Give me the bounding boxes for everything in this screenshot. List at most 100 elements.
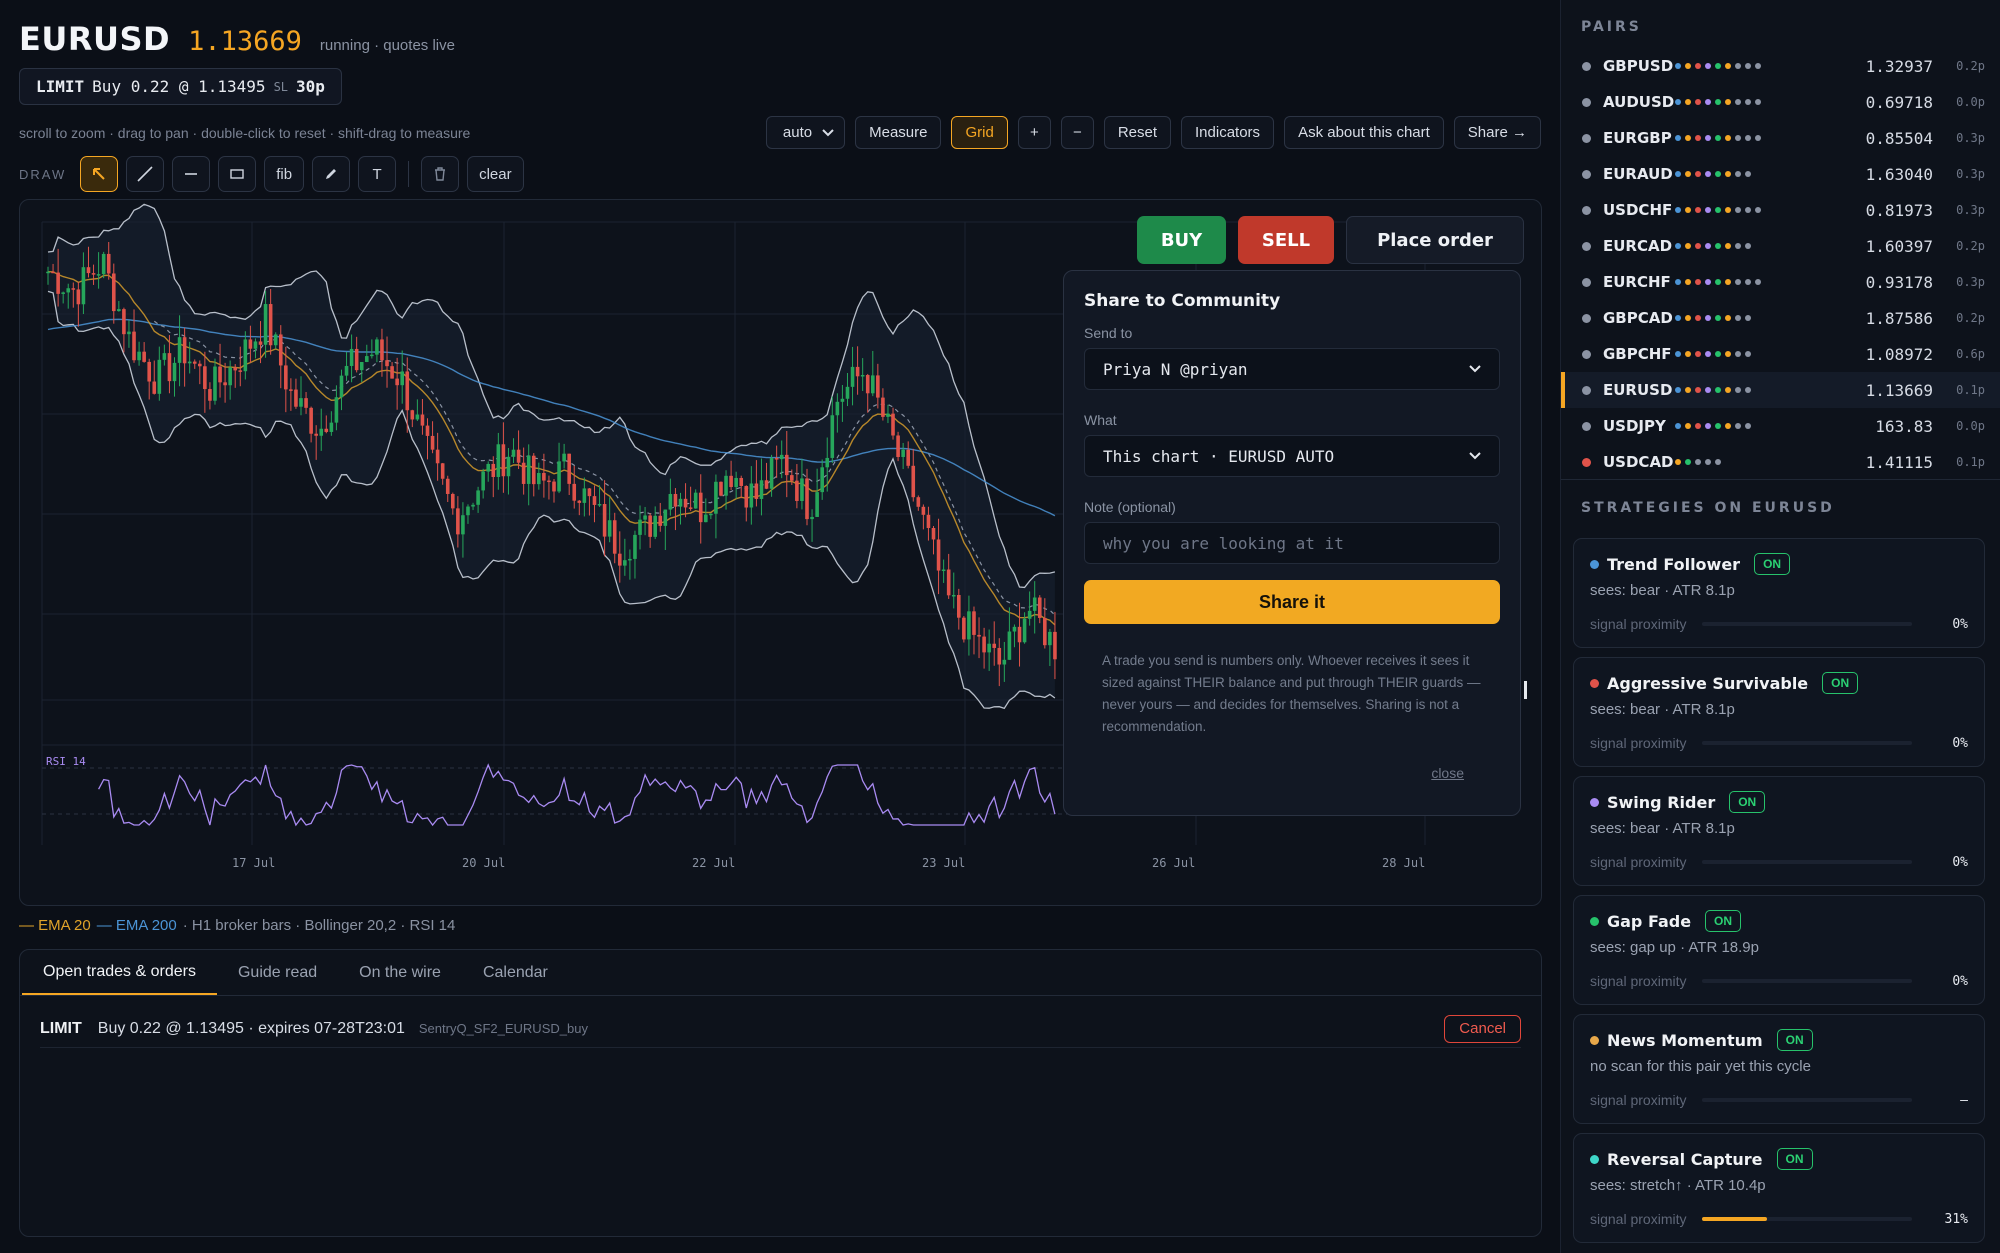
strategy-dot	[1735, 63, 1741, 69]
pair-name: GBPCHF	[1603, 345, 1672, 363]
strategy-dot	[1675, 387, 1681, 393]
sell-button[interactable]: SELL	[1238, 216, 1334, 264]
candle-body	[213, 366, 217, 401]
candle-body	[531, 455, 536, 485]
candle-body	[172, 362, 177, 382]
place-order-button[interactable]: Place order	[1346, 216, 1524, 264]
pair-spread: 0.1p	[1956, 455, 1985, 469]
pairs-title: PAIRS	[1581, 19, 1642, 35]
interval-select[interactable]: auto	[765, 116, 846, 149]
note-input[interactable]: why you are looking at it	[1084, 522, 1500, 564]
strategy-dot	[1705, 315, 1711, 321]
pair-row-gbpusd[interactable]: GBPUSD 1.32937 0.2p	[1561, 48, 2000, 84]
candle-body	[557, 461, 561, 492]
strategy-card[interactable]: Aggressive Survivable ON sees: bear · ATR …	[1573, 657, 1985, 767]
pending-order-pill[interactable]: LIMIT Buy 0.22 @ 1.13495 SL 30p	[19, 68, 342, 105]
strategy-card[interactable]: Swing Rider ON sees: bear · ATR 8.1p signal…	[1573, 776, 1985, 886]
candle-body	[552, 481, 556, 492]
pair-row-eurusd[interactable]: EURUSD 1.13669 0.1p	[1561, 372, 2000, 408]
zoom-out-button[interactable]: −	[1060, 116, 1094, 149]
candle-body	[56, 272, 60, 294]
pair-spread: 0.6p	[1956, 347, 1985, 361]
orders-tabs: Open trades & orders Guide read On the w…	[20, 950, 1541, 996]
strategy-dot	[1685, 243, 1691, 249]
cursor-tool[interactable]	[80, 156, 119, 192]
strategy-dot	[1755, 135, 1761, 141]
share-button[interactable]: Share →	[1453, 116, 1541, 149]
pair-row-usdchf[interactable]: USDCHF 0.81973 0.3p	[1561, 192, 2000, 228]
pair-row-eurchf[interactable]: EURCHF 0.93178 0.3p	[1561, 264, 2000, 300]
brush-tool[interactable]	[312, 156, 351, 192]
candle-body	[567, 453, 571, 484]
strategy-card[interactable]: News Momentum ON no scan for this pair yet…	[1573, 1014, 1985, 1124]
strategy-card[interactable]: Reversal Capture ON sees: stretch↑ · ATR 1…	[1573, 1133, 1985, 1243]
toolbar-divider	[408, 161, 410, 187]
cursor-arrow-icon	[93, 168, 105, 180]
pair-row-eurgbp[interactable]: EURGBP 0.85504 0.3p	[1561, 120, 2000, 156]
measure-button[interactable]: Measure	[855, 116, 942, 149]
strategy-dots	[1675, 351, 1751, 357]
delete-drawing-tool[interactable]	[421, 156, 460, 192]
rectangle-tool[interactable]	[218, 156, 257, 192]
pair-row-eurcad[interactable]: EURCAD 1.60397 0.2p	[1561, 228, 2000, 264]
candle-body	[638, 519, 642, 535]
strategy-state-badge[interactable]: ON	[1776, 1029, 1813, 1051]
indicators-button[interactable]: Indicators	[1181, 116, 1275, 149]
clear-drawings-button[interactable]: clear	[467, 156, 524, 192]
live-price: 1.13669	[188, 26, 302, 57]
strategy-state-badge[interactable]: ON	[1729, 791, 1766, 813]
rsi-line	[98, 763, 1056, 827]
candle-body	[850, 366, 855, 387]
strategy-dot	[1685, 387, 1691, 393]
pair-row-audusd[interactable]: AUDUSD 0.69718 0.0p	[1561, 84, 2000, 120]
grid-toggle[interactable]: Grid	[951, 116, 1008, 149]
strategy-card[interactable]: Trend Follower ON sees: bear · ATR 8.1p sig…	[1573, 538, 1985, 648]
rsi-label: RSI 14	[46, 755, 86, 768]
strategy-dot	[1705, 423, 1711, 429]
candle-body	[425, 425, 430, 436]
pair-row-euraud[interactable]: EURAUD 1.63040 0.3p	[1561, 156, 2000, 192]
pair-name: GBPUSD	[1603, 57, 1674, 75]
candle-body	[410, 410, 415, 420]
strategy-view: sees: gap up · ATR 18.9p	[1590, 939, 1759, 956]
reset-button[interactable]: Reset	[1103, 116, 1172, 149]
pair-row-usdcad[interactable]: USDCAD 1.41115 0.1p	[1561, 444, 2000, 480]
strategy-state-badge[interactable]: ON	[1754, 553, 1791, 575]
strategy-dot	[1695, 423, 1701, 429]
pair-row-gbpcad[interactable]: GBPCAD 1.87586 0.2p	[1561, 300, 2000, 336]
candle-body	[157, 359, 162, 394]
tab-on-the-wire[interactable]: On the wire	[338, 950, 462, 995]
tab-guide-read[interactable]: Guide read	[217, 950, 338, 995]
zoom-in-button[interactable]: +	[1017, 116, 1051, 149]
tab-calendar[interactable]: Calendar	[462, 950, 569, 995]
ask-chart-button[interactable]: Ask about this chart	[1284, 116, 1444, 149]
what-select[interactable]: This chart · EURUSD AUTO	[1084, 435, 1500, 477]
strategy-state-badge[interactable]: ON	[1822, 672, 1859, 694]
pair-row-gbpchf[interactable]: GBPCHF 1.08972 0.6p	[1561, 336, 2000, 372]
send-to-select[interactable]: Priya N @priyan	[1084, 348, 1500, 390]
strategy-dot	[1755, 99, 1761, 105]
cancel-order-button[interactable]: Cancel	[1444, 1014, 1521, 1043]
strategy-dot	[1675, 279, 1681, 285]
share-popup: Share to Community Send to Priya N @priy…	[1063, 270, 1521, 816]
buy-button[interactable]: BUY	[1137, 216, 1226, 264]
tab-open-trades[interactable]: Open trades & orders	[22, 950, 217, 995]
candle-body	[633, 534, 637, 559]
proximity-bar	[1702, 979, 1912, 983]
pairs-list: GBPUSD 1.32937 0.2p AUDUSD 0.69718 0.0p EURGBP…	[1561, 48, 2000, 480]
pair-row-usdjpy[interactable]: USDJPY 163.83 0.0p	[1561, 408, 2000, 444]
text-tool[interactable]: T	[358, 156, 397, 192]
strategy-dot	[1735, 243, 1741, 249]
pair-price: 0.81973	[1865, 200, 1933, 220]
strategy-state-badge[interactable]: ON	[1705, 910, 1742, 932]
fib-tool[interactable]: fib	[264, 156, 305, 192]
candle-body	[643, 515, 647, 520]
share-disclaimer: A trade you send is numbers only. Whoeve…	[1102, 653, 1481, 734]
strategy-card[interactable]: Gap Fade ON sees: gap up · ATR 18.9p signal…	[1573, 895, 1985, 1005]
hline-tool[interactable]	[172, 156, 211, 192]
share-submit-button[interactable]: Share it	[1084, 580, 1500, 624]
trendline-tool[interactable]	[126, 156, 165, 192]
strategy-state-badge[interactable]: ON	[1776, 1148, 1813, 1170]
candle-body	[248, 339, 253, 349]
close-popup-link[interactable]: close	[1431, 765, 1464, 781]
